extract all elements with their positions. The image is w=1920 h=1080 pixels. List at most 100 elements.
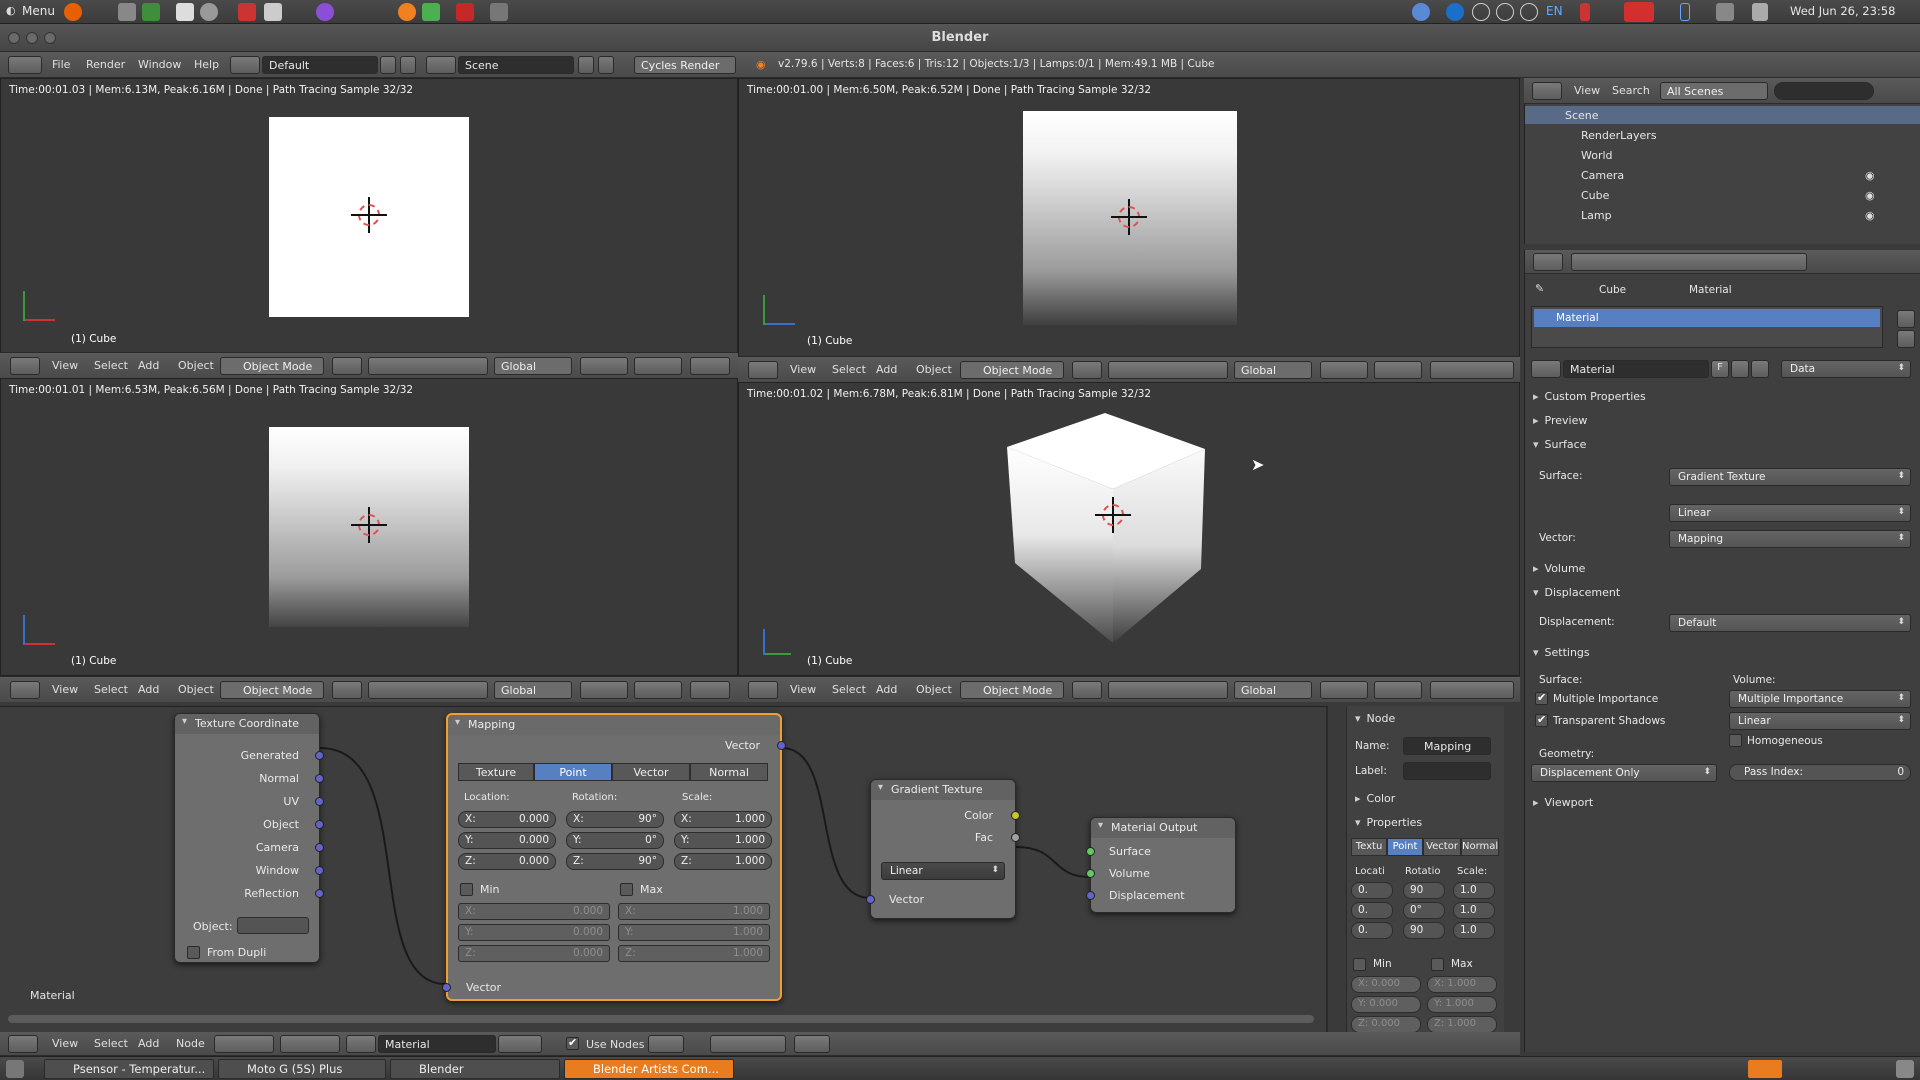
outliner-item-world[interactable]: World: [1581, 149, 1613, 162]
remove-layout-button[interactable]: [400, 56, 416, 74]
rotation-z-field[interactable]: 90: [1403, 922, 1445, 939]
scale-x-field[interactable]: 1.0: [1453, 882, 1495, 899]
app-icon[interactable]: [1580, 3, 1590, 21]
from-dupli-checkbox[interactable]: [187, 946, 200, 959]
clock[interactable]: Wed Jun 26, 23:58: [1790, 4, 1895, 18]
section-color[interactable]: Color: [1355, 792, 1396, 805]
socket-normal[interactable]: [315, 774, 324, 783]
viewport-top-left[interactable]: Time:00:01.03 | Mem:6.13M, Peak:6.16M | …: [0, 78, 738, 378]
taskbar-item-blender[interactable]: Blender: [390, 1059, 560, 1079]
menu-window[interactable]: Window: [138, 58, 181, 71]
manipulator-buttons[interactable]: [1108, 361, 1228, 379]
max-x-field[interactable]: X: 1.000: [618, 903, 770, 920]
viewport-bottom-right[interactable]: Time:00:01.02 | Mem:6.78M, Peak:6.81M | …: [738, 382, 1520, 676]
shader-object-buttons[interactable]: [280, 1035, 340, 1053]
unlink-material-button[interactable]: [1751, 360, 1769, 378]
layers-buttons[interactable]: [1374, 681, 1422, 699]
scale-y-field[interactable]: 1.0: [1453, 902, 1495, 919]
add-material-button[interactable]: [1731, 360, 1749, 378]
horizontal-scrollbar[interactable]: [8, 1015, 1314, 1023]
node-gradient-texture[interactable]: Gradient Texture Color Fac Linear Vector: [866, 779, 1020, 919]
menu-object[interactable]: Object: [916, 363, 952, 376]
location-z-field[interactable]: 0.: [1351, 922, 1393, 939]
use-nodes-checkbox[interactable]: [566, 1036, 579, 1050]
menu-node[interactable]: Node: [176, 1037, 205, 1050]
orientation-select[interactable]: Global: [494, 357, 572, 375]
taskbar-item-psensor[interactable]: Psensor - Temperatur...: [44, 1059, 214, 1079]
location-y-field[interactable]: Y: 0.000: [458, 832, 556, 849]
scene-field[interactable]: Scene: [458, 56, 574, 74]
mode-select[interactable]: Object Mode: [960, 361, 1064, 379]
layout-field[interactable]: Default: [262, 56, 378, 74]
socket-window[interactable]: [315, 866, 324, 875]
location-x-field[interactable]: X: 0.000: [458, 811, 556, 828]
remove-scene-button[interactable]: [598, 56, 614, 74]
shading-button[interactable]: [1072, 361, 1102, 379]
menu-render[interactable]: Render: [86, 58, 125, 71]
max-x-field[interactable]: X: 1.000: [1427, 976, 1497, 993]
eye-icon[interactable]: ◉: [1865, 189, 1875, 202]
manipulator-buttons[interactable]: [1108, 681, 1228, 699]
menu-view[interactable]: View: [52, 683, 78, 696]
hp-icon[interactable]: [1446, 3, 1464, 21]
node-editor[interactable]: Texture Coordinate Generated Normal UV O…: [0, 706, 1328, 1032]
rotation-z-field[interactable]: Z: 90°: [566, 853, 664, 870]
sidebar-type-point[interactable]: Point: [1387, 838, 1423, 856]
volume-icon[interactable]: [1752, 3, 1768, 21]
accessibility-icon[interactable]: [1520, 3, 1538, 21]
menu-object[interactable]: Object: [178, 359, 214, 372]
show-desktop-icon[interactable]: [6, 1060, 24, 1078]
rotation-x-field[interactable]: X: 90°: [566, 811, 664, 828]
menu-select[interactable]: Select: [94, 1037, 128, 1050]
add-slot-button[interactable]: [1897, 310, 1915, 328]
layers-buttons[interactable]: [580, 681, 628, 699]
panel-volume[interactable]: Volume: [1533, 562, 1586, 575]
shading-button[interactable]: [1072, 681, 1102, 699]
system-menu-button[interactable]: Menu: [22, 4, 55, 18]
gradient-type-select[interactable]: Linear: [1669, 504, 1911, 522]
socket-output-vector[interactable]: [777, 741, 786, 750]
node-label-field[interactable]: [1403, 762, 1491, 780]
editor-type-button[interactable]: [8, 1035, 38, 1053]
location-x-field[interactable]: 0.: [1351, 882, 1393, 899]
chat-icon[interactable]: [1716, 3, 1734, 21]
gradient-type-select[interactable]: Linear: [881, 862, 1005, 880]
mode-select[interactable]: Object Mode: [960, 681, 1064, 699]
max-checkbox[interactable]: [1431, 958, 1444, 971]
scale-z-field[interactable]: 1.0: [1453, 922, 1495, 939]
vector-input-select[interactable]: Mapping: [1669, 530, 1911, 548]
add-layout-button[interactable]: [380, 56, 396, 74]
socket-input-vector[interactable]: [442, 983, 451, 992]
shader-type-buttons[interactable]: [214, 1035, 274, 1053]
scene-browse-button[interactable]: [426, 56, 456, 74]
layers-buttons[interactable]: [580, 357, 628, 375]
socket-output-fac[interactable]: [1011, 833, 1020, 842]
material-name-field[interactable]: Material: [378, 1035, 496, 1053]
socket-object[interactable]: [315, 820, 324, 829]
app-icon[interactable]: [490, 3, 508, 21]
shading-button[interactable]: [332, 681, 362, 699]
3d-cursor-icon[interactable]: [351, 197, 387, 233]
menu-file[interactable]: File: [52, 58, 70, 71]
scale-z-field[interactable]: Z: 1.000: [674, 853, 772, 870]
app-icon[interactable]: [456, 3, 474, 21]
material-slot-list[interactable]: Material: [1531, 306, 1883, 348]
menu-view[interactable]: View: [52, 1037, 78, 1050]
mode-select[interactable]: Object Mode: [220, 357, 324, 375]
layout-browse-button[interactable]: [230, 56, 260, 74]
socket-reflection[interactable]: [315, 889, 324, 898]
editor-type-button[interactable]: [1533, 253, 1563, 271]
layers-buttons[interactable]: [1374, 361, 1422, 379]
scale-x-field[interactable]: X: 1.000: [674, 811, 772, 828]
disk-icon[interactable]: [200, 3, 218, 21]
rotation-y-field[interactable]: Y: 0°: [566, 832, 664, 849]
3d-cursor-icon[interactable]: [1095, 497, 1131, 533]
editor-type-button[interactable]: [748, 681, 778, 699]
outliner-item-camera[interactable]: Camera: [1581, 169, 1624, 182]
outliner-display-mode-select[interactable]: All Scenes: [1660, 82, 1768, 100]
menu-view[interactable]: View: [790, 363, 816, 376]
node-texture-coordinate[interactable]: Texture Coordinate Generated Normal UV O…: [174, 713, 324, 963]
min-checkbox[interactable]: [1353, 958, 1366, 971]
keyboard-language[interactable]: EN: [1546, 4, 1563, 18]
editor-type-button[interactable]: [8, 56, 42, 74]
